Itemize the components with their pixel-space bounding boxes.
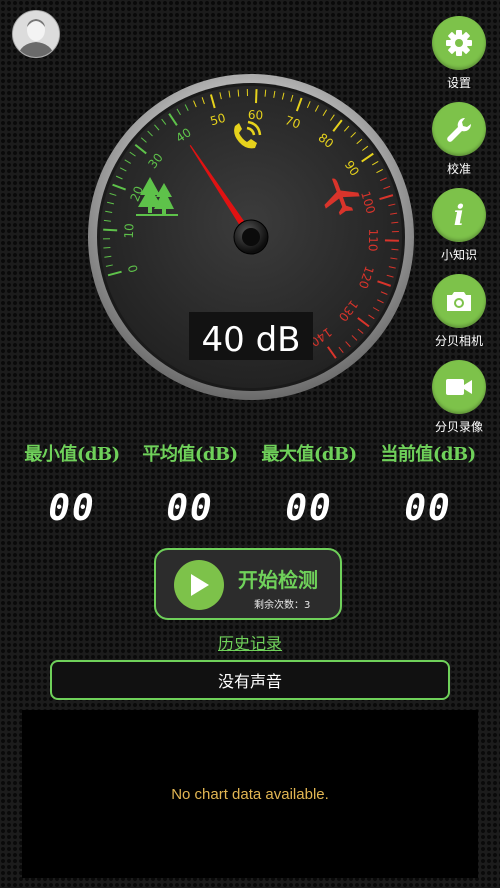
sound-status-box: 没有声音 — [50, 660, 450, 700]
avatar[interactable] — [12, 10, 60, 58]
sound-level-gauge: 0 10 20 30 40 50 60 70 80 90 100 110 120 130 140 40 dB — [86, 72, 416, 402]
settings-label: 设置 — [446, 76, 471, 90]
settings-button[interactable]: 设置 — [432, 16, 486, 91]
min-value-title: 最小值(dB) — [24, 444, 120, 465]
gauge-tick-label: 110 — [366, 228, 381, 251]
sound-chart-area: No chart data available. — [22, 710, 478, 878]
gauge-tick — [103, 247, 111, 249]
current-value: 00 — [404, 488, 452, 529]
current-value-title: 当前值(dB) — [380, 444, 476, 465]
decibel-camera-button[interactable]: 分贝相机 — [432, 274, 486, 349]
tips-button[interactable]: i 小知识 — [432, 188, 486, 263]
tips-label: 小知识 — [440, 248, 477, 262]
min-value: 00 — [48, 488, 96, 529]
gauge-tick — [391, 221, 399, 224]
svg-text:i: i — [454, 200, 465, 230]
calibrate-button[interactable]: 校准 — [432, 102, 486, 177]
user-avatar-icon — [13, 11, 59, 57]
gauge-tick — [255, 89, 258, 104]
camera-icon — [447, 292, 471, 311]
start-detection-label: 开始检测 — [238, 568, 318, 592]
reading-text: 40 dB — [202, 320, 301, 360]
gauge-tick-label: 60 — [248, 108, 264, 123]
gear-icon — [446, 30, 472, 56]
gauge-tick — [103, 228, 118, 232]
history-link[interactable]: 历史记录 — [0, 630, 500, 654]
calibrate-label: 校准 — [446, 162, 471, 176]
remaining-count-text: 剩余次数：3 — [254, 600, 311, 611]
decibel-camera-label: 分贝相机 — [434, 334, 483, 348]
wrench-icon — [447, 117, 472, 142]
start-detection-button[interactable]: 开始检测 剩余次数：3 — [154, 548, 342, 620]
decibel-video-button[interactable]: 分贝录像 — [432, 360, 486, 435]
avg-value-stat: 平均值(dB) 00 — [131, 440, 249, 529]
sound-status-text: 没有声音 — [217, 672, 282, 691]
min-value-stat: 最小值(dB) 00 — [13, 440, 131, 529]
avg-value-title: 平均值(dB) — [142, 444, 238, 465]
current-value-stat: 当前值(dB) 00 — [369, 440, 487, 529]
gauge-tick — [237, 89, 240, 97]
gauge-tick — [264, 89, 267, 97]
max-value: 00 — [285, 488, 333, 529]
play-icon — [191, 574, 209, 596]
gauge-tick — [391, 248, 399, 251]
decibel-video-label: 分贝录像 — [434, 420, 483, 434]
max-value-title: 最大值(dB) — [261, 444, 357, 465]
video-camera-icon — [446, 379, 472, 395]
play-button-circle — [174, 560, 224, 610]
avg-value: 00 — [166, 488, 214, 529]
gauge-tick-label: 10 — [122, 223, 137, 239]
info-icon: i — [454, 200, 465, 230]
max-value-stat: 最大值(dB) 00 — [250, 440, 368, 529]
chart-empty-message: No chart data available. — [171, 785, 329, 803]
